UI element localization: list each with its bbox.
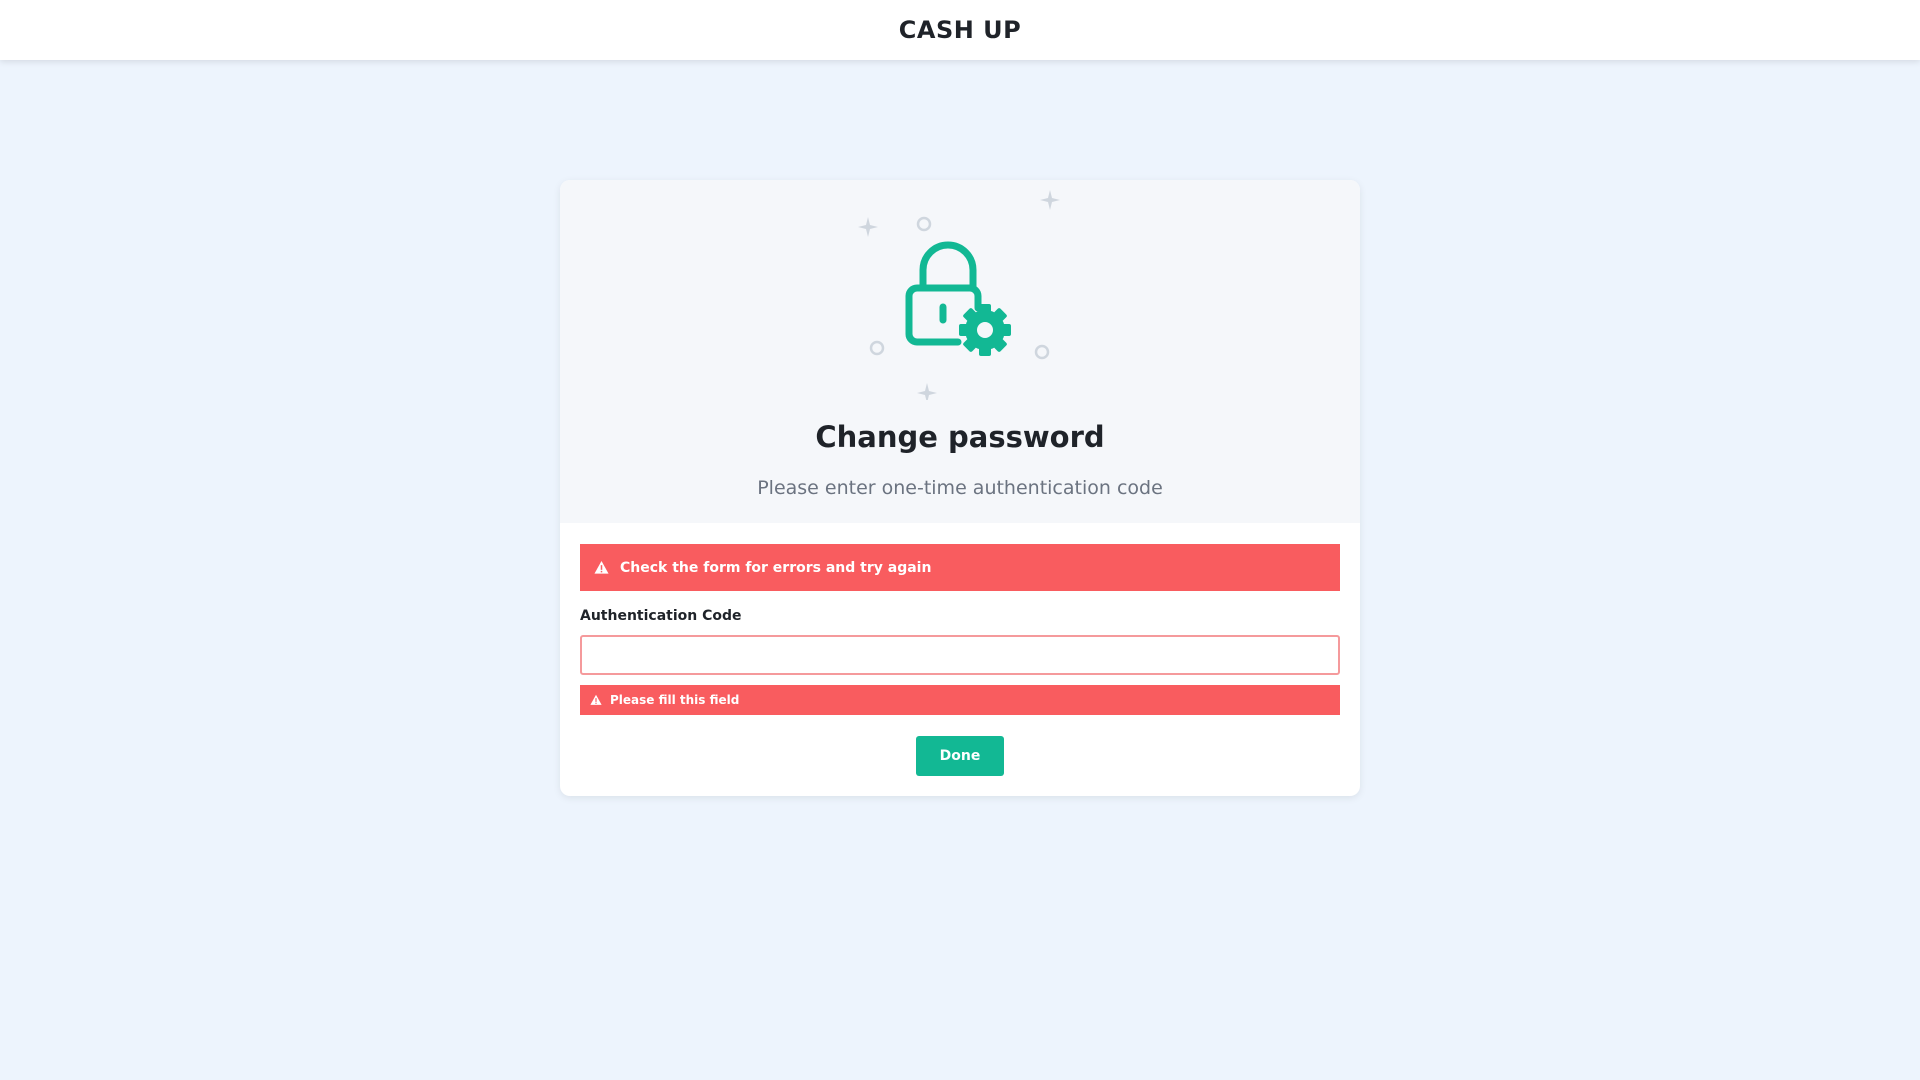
field-error-text: Please fill this field: [610, 693, 740, 707]
change-password-card: Change password Please enter one-time au…: [560, 180, 1360, 796]
lock-gear-icon: [858, 190, 1060, 400]
field-error-message: Please fill this field: [580, 685, 1340, 715]
app-brand: CASH UP: [898, 16, 1022, 44]
done-button[interactable]: Done: [916, 736, 1004, 776]
authentication-code-input[interactable]: [580, 635, 1340, 675]
authentication-code-label: Authentication Code: [580, 608, 742, 624]
warning-icon: [594, 560, 609, 574]
form-error-banner: Check the form for errors and try again: [580, 544, 1340, 591]
form-error-text: Check the form for errors and try again: [620, 559, 932, 576]
card-header: Change password Please enter one-time au…: [560, 180, 1360, 523]
page-title: Change password: [815, 420, 1105, 454]
top-bar: CASH UP: [0, 0, 1920, 60]
page-subtitle: Please enter one-time authentication cod…: [757, 477, 1163, 499]
warning-icon: [590, 694, 602, 705]
